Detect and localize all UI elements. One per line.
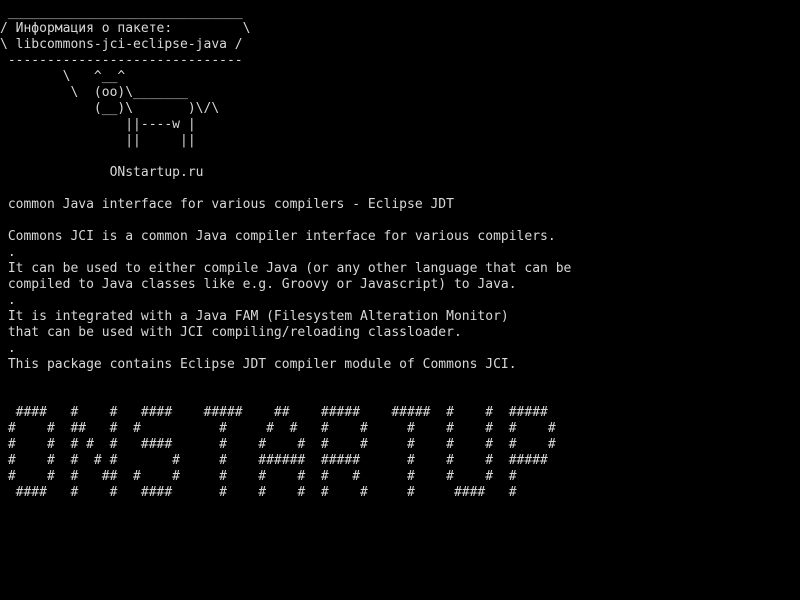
description-line: This package contains Eclipse JDT compil… [0,357,517,372]
description-line: that can be used with JCI compiling/relo… [0,325,462,340]
package-summary: common Java interface for various compil… [0,197,454,212]
cowsay-cow-line-2: \ (oo)\_______ [0,85,188,100]
cowsay-cow-line-3: (__)\ )\/\ [0,101,220,116]
terminal-output: ______________________________ / Информа… [0,5,800,600]
description-line: Commons JCI is a common Java compiler in… [0,229,556,244]
cowsay-bubble-bottom: ------------------------------ [0,53,243,68]
cowsay-cow-line-4: ||----w | [0,117,196,132]
description-line: It can be used to either compile Java (o… [0,261,572,276]
description-line: It is integrated with a Java FAM (Filesy… [0,309,509,324]
banner-line-4: # # # # # # # ###### ##### # # # ##### [0,453,548,468]
site-credit: ONstartup.ru [0,165,204,180]
banner-line-2: # # ## # # # # # # # # # # # # [0,421,556,436]
cowsay-bubble-line-1: / Информация о пакете: \ [0,21,251,36]
description-separator: . [0,245,16,260]
description-separator: . [0,293,16,308]
cowsay-bubble-top: ______________________________ [0,5,243,20]
banner-line-5: # # # ## # # # # # # # # # # # [0,469,517,484]
banner-line-3: # # # # # #### # # # # # # # # # # [0,437,556,452]
banner-line-6: #### # # #### # # # # # # #### # [0,485,517,500]
description-separator: . [0,341,16,356]
cowsay-cow-line-1: \ ^__^ [0,69,126,84]
banner-line-1: #### # # #### ##### ## ##### ##### # # #… [0,405,548,420]
cowsay-bubble-line-2: \ libcommons-jci-eclipse-java / [0,37,243,52]
cowsay-cow-line-5: || || [0,133,196,148]
description-line: compiled to Java classes like e.g. Groov… [0,277,517,292]
